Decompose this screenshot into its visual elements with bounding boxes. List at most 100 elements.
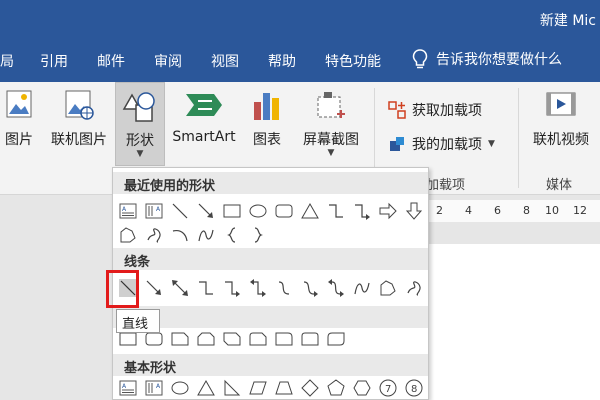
online-picture-icon: [65, 90, 94, 120]
menu-bar: 局 引用 邮件 审阅 视图 帮助 特色功能 告诉我你想要做什么: [0, 38, 600, 82]
scribble-shape-icon[interactable]: [145, 226, 163, 244]
smartart-button[interactable]: SmartArt: [168, 82, 240, 168]
hexagon-shape-icon[interactable]: [353, 379, 371, 397]
freeform-shape-icon[interactable]: [379, 279, 397, 297]
chevron-down-icon: ▼: [327, 148, 335, 158]
arrow-line-shape-icon[interactable]: [197, 202, 215, 220]
tab-help[interactable]: 帮助: [268, 51, 296, 71]
left-brace-shape-icon[interactable]: [223, 226, 241, 244]
tab-special-features[interactable]: 特色功能: [325, 51, 381, 71]
ruler-tick: 8: [523, 204, 530, 217]
freeform-shape-icon[interactable]: [119, 226, 137, 244]
elbow-connector-icon[interactable]: [197, 279, 215, 297]
diamond-shape-icon[interactable]: [301, 379, 319, 397]
line-arrow-icon[interactable]: [145, 279, 163, 297]
trapezoid-shape-icon[interactable]: [275, 379, 293, 397]
snip-same-side-rectangle-icon[interactable]: [197, 330, 215, 348]
shapes-button[interactable]: 形状 ▼: [115, 82, 165, 166]
add-in-grid-icon: [388, 101, 406, 119]
curved-double-arrow-connector-icon[interactable]: [327, 279, 345, 297]
chevron-down-icon: ▼: [488, 139, 495, 149]
wave-shape-icon[interactable]: [197, 226, 215, 244]
parallelogram-shape-icon[interactable]: [249, 379, 267, 397]
highlight-box: [106, 270, 139, 308]
ruler-tick: 10: [545, 204, 559, 217]
tab-view[interactable]: 视图: [211, 51, 239, 71]
tab-layout[interactable]: 局: [0, 51, 14, 71]
chart-label: 图表: [253, 132, 281, 148]
arc-shape-icon[interactable]: [171, 226, 189, 244]
get-addins-label: 获取加载项: [412, 103, 482, 119]
curved-arrow-connector-icon[interactable]: [301, 279, 319, 297]
recent-shapes-header: 最近使用的形状: [113, 172, 428, 194]
tab-mailings[interactable]: 邮件: [97, 51, 125, 71]
double-arrow-line-icon[interactable]: [171, 279, 189, 297]
lines-header: 线条: [113, 248, 428, 270]
screenshot-icon: [317, 92, 345, 118]
right-triangle-shape-icon[interactable]: [223, 379, 241, 397]
text-box-icon[interactable]: A: [119, 379, 137, 397]
screenshot-label: 屏幕截图: [303, 132, 359, 148]
shapes-dropdown: 最近使用的形状 A A 线条 基本形状 A A 7 8: [112, 167, 429, 400]
snip-corner-rectangle-icon[interactable]: [171, 330, 189, 348]
scribble-shape-icon[interactable]: [405, 279, 423, 297]
my-addins-button[interactable]: 我的加载项 ▼: [388, 132, 495, 156]
get-addins-button[interactable]: 获取加载项: [388, 98, 482, 122]
triangle-shape-icon[interactable]: [197, 379, 215, 397]
snip-round-rectangle-icon[interactable]: [249, 330, 267, 348]
svg-text:7: 7: [385, 384, 391, 395]
window-title: 新建 Mic: [539, 13, 596, 29]
document-page[interactable]: [428, 244, 600, 400]
title-bar: 新建 Mic: [0, 0, 600, 38]
shapes-icon: [122, 92, 155, 122]
right-brace-shape-icon[interactable]: [249, 226, 267, 244]
online-video-label: 联机视频: [533, 132, 589, 148]
right-arrow-shape-icon[interactable]: [379, 202, 397, 220]
elbow-double-arrow-connector-icon[interactable]: [249, 279, 267, 297]
heptagon-shape-icon[interactable]: 7: [379, 379, 397, 397]
triangle-shape-icon[interactable]: [301, 202, 319, 220]
picture-button[interactable]: 图片: [0, 82, 38, 168]
video-icon: [546, 92, 576, 116]
elbow-connector-icon[interactable]: [327, 202, 345, 220]
picture-label: 图片: [5, 132, 33, 148]
octagon-shape-icon[interactable]: 8: [405, 379, 423, 397]
rounded-rectangle-shape-icon[interactable]: [275, 202, 293, 220]
round-single-corner-rectangle-icon[interactable]: [275, 330, 293, 348]
picture-icon: [6, 90, 32, 118]
oval-shape-icon[interactable]: [249, 202, 267, 220]
online-picture-button[interactable]: 联机图片: [46, 82, 112, 168]
rectangles-header: [113, 306, 428, 328]
elbow-arrow-connector-icon[interactable]: [223, 279, 241, 297]
chevron-down-icon: ▼: [136, 149, 144, 159]
elbow-arrow-connector-icon[interactable]: [353, 202, 371, 220]
puzzle-icon: [390, 137, 404, 151]
tell-me-box[interactable]: 告诉我你想要做什么: [412, 49, 562, 69]
curve-shape-icon[interactable]: [353, 279, 371, 297]
text-box-icon[interactable]: A: [119, 202, 137, 220]
round-same-side-rectangle-icon[interactable]: [301, 330, 319, 348]
down-arrow-shape-icon[interactable]: [405, 202, 423, 220]
oval-shape-icon[interactable]: [171, 379, 189, 397]
ruler-tick: 2: [436, 204, 443, 217]
ruler-tick: 12: [573, 204, 587, 217]
chart-button[interactable]: 图表: [244, 82, 290, 168]
ruler-tick: 4: [465, 204, 472, 217]
tab-review[interactable]: 审阅: [154, 51, 182, 71]
smartart-label: SmartArt: [172, 129, 236, 145]
rectangle-shape-icon[interactable]: [223, 202, 241, 220]
line-shape-icon[interactable]: [171, 202, 189, 220]
online-video-button[interactable]: 联机视频: [528, 82, 594, 168]
tab-references[interactable]: 引用: [40, 51, 68, 71]
ribbon-separator: [518, 88, 519, 188]
round-diagonal-rectangle-icon[interactable]: [327, 330, 345, 348]
pentagon-shape-icon[interactable]: [327, 379, 345, 397]
addins-group-label: 加载项: [426, 178, 466, 193]
curved-connector-icon[interactable]: [275, 279, 293, 297]
vertical-text-box-icon[interactable]: A: [145, 379, 163, 397]
tell-me-text: 告诉我你想要做什么: [436, 52, 562, 68]
snip-diagonal-rectangle-icon[interactable]: [223, 330, 241, 348]
online-picture-label: 联机图片: [51, 132, 107, 148]
vertical-text-box-icon[interactable]: A: [145, 202, 163, 220]
screenshot-button[interactable]: 屏幕截图 ▼: [296, 82, 366, 168]
